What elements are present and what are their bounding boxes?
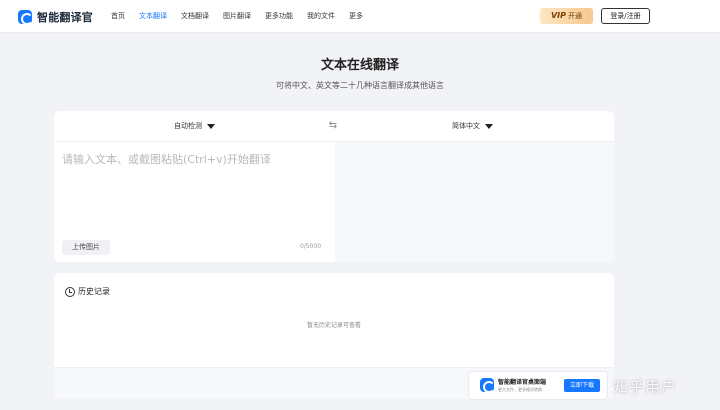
source-input-placeholder: 请输入文本、或截图粘贴(Ctrl+v)开始翻译 — [62, 153, 271, 166]
target-language-select[interactable]: 简体中文 — [452, 121, 493, 131]
brand-logo[interactable]: 智能翻译官 — [18, 7, 93, 26]
translator-panel: 自动检测 ⇆ 简体中文 请输入文本、或截图粘贴(Ctrl+v)开始翻译 上传图片… — [54, 111, 614, 262]
caret-down-icon — [485, 123, 493, 129]
history-clock-icon — [65, 286, 75, 297]
nav-item-image-translate[interactable]: 图片翻译 — [223, 0, 251, 33]
nav-item-my-files[interactable]: 我的文件 — [307, 0, 335, 33]
nav-item-more[interactable]: 更多 — [349, 0, 363, 33]
history-empty-message: 暂无历史记录可查看 — [306, 322, 361, 329]
caret-down-icon — [207, 123, 215, 129]
top-navigation-bar: 智能翻译官 首页 文本翻译 文档翻译 图片翻译 更多功能 我的文件 更多 VIP… — [0, 0, 720, 33]
app-logo-icon — [18, 9, 33, 25]
promo-title: 智能翻译官桌面端 — [498, 379, 547, 386]
download-now-button[interactable]: 立即下载 — [564, 379, 600, 392]
target-language-label: 简体中文 — [452, 122, 480, 130]
desktop-app-icon — [480, 378, 495, 393]
source-language-select[interactable]: 自动检测 — [174, 121, 215, 131]
source-text-input[interactable]: 请输入文本、或截图粘贴(Ctrl+v)开始翻译 上传图片 0/5000 — [54, 142, 335, 262]
history-title: 历史记录 — [78, 287, 110, 296]
character-count: 0/5000 — [300, 243, 322, 250]
zhihu-watermark: 知乎用户 — [613, 378, 678, 396]
main-nav: 首页 文本翻译 文档翻译 图片翻译 更多功能 我的文件 更多 — [111, 0, 377, 33]
vip-open-label: 开通 — [568, 12, 583, 20]
desktop-app-promo: 智能翻译官桌面端 更大文件，更多格式转换 立即下载 — [469, 372, 607, 399]
vip-open-button[interactable]: VIP 开通 — [540, 8, 593, 24]
nav-item-more-features[interactable]: 更多功能 — [265, 0, 293, 33]
vip-badge: VIP — [550, 11, 567, 20]
source-language-label: 自动检测 — [174, 122, 202, 130]
translation-output — [335, 142, 614, 262]
history-header: 历史记录 — [65, 286, 110, 297]
promo-subtitle: 更大文件，更多格式转换 — [498, 387, 542, 392]
nav-item-home[interactable]: 首页 — [111, 0, 125, 33]
nav-item-text-translate[interactable]: 文本翻译 — [139, 0, 167, 33]
nav-item-document-translate[interactable]: 文档翻译 — [181, 0, 209, 33]
language-bar: 自动检测 ⇆ 简体中文 — [54, 111, 614, 142]
upload-image-button[interactable]: 上传图片 — [62, 240, 110, 255]
brand-name: 智能翻译官 — [37, 10, 93, 24]
page-subtitle: 可将中文、英文等二十几种语言翻译成其他语言 — [276, 81, 444, 90]
login-register-button[interactable]: 登录/注册 — [601, 8, 650, 24]
page-title: 文本在线翻译 — [320, 58, 399, 73]
swap-languages-icon[interactable]: ⇆ — [327, 120, 339, 132]
